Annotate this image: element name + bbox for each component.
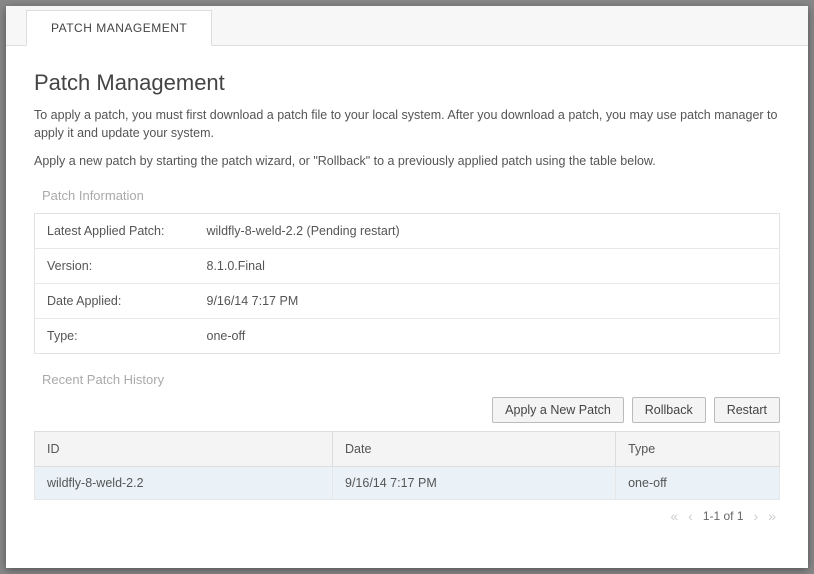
info-value: 9/16/14 7:17 PM — [195, 284, 780, 319]
cell-id: wildfly-8-weld-2.2 — [35, 467, 333, 500]
table-row[interactable]: wildfly-8-weld-2.2 9/16/14 7:17 PM one-o… — [35, 467, 780, 500]
info-value: wildfly-8-weld-2.2 (Pending restart) — [195, 214, 780, 249]
info-label: Type: — [35, 319, 195, 354]
restart-button[interactable]: Restart — [714, 397, 780, 423]
info-label: Latest Applied Patch: — [35, 214, 195, 249]
rollback-button[interactable]: Rollback — [632, 397, 706, 423]
info-value: one-off — [195, 319, 780, 354]
history-table: ID Date Type wildfly-8-weld-2.2 9/16/14 … — [34, 431, 780, 500]
history-heading: Recent Patch History — [42, 372, 780, 387]
info-value: 8.1.0.Final — [195, 249, 780, 284]
col-date[interactable]: Date — [333, 432, 616, 467]
pager: « ‹ 1-1 of 1 › » — [34, 500, 780, 524]
apply-new-patch-button[interactable]: Apply a New Patch — [492, 397, 624, 423]
page-description-1: To apply a patch, you must first downloa… — [34, 106, 780, 142]
info-row-version: Version: 8.1.0.Final — [35, 249, 780, 284]
col-id[interactable]: ID — [35, 432, 333, 467]
pager-label: 1-1 of 1 — [703, 509, 744, 523]
patch-info-table: Latest Applied Patch: wildfly-8-weld-2.2… — [34, 213, 780, 354]
info-row-type: Type: one-off — [35, 319, 780, 354]
tab-patch-management[interactable]: PATCH MANAGEMENT — [26, 10, 212, 46]
pager-next-icon[interactable]: › — [754, 508, 759, 524]
patch-info-heading: Patch Information — [42, 188, 780, 203]
content-area: Patch Management To apply a patch, you m… — [6, 46, 808, 568]
tab-bar: PATCH MANAGEMENT — [6, 6, 808, 46]
info-row-latest: Latest Applied Patch: wildfly-8-weld-2.2… — [35, 214, 780, 249]
info-label: Version: — [35, 249, 195, 284]
cell-date: 9/16/14 7:17 PM — [333, 467, 616, 500]
cell-type: one-off — [616, 467, 780, 500]
app-window: PATCH MANAGEMENT Patch Management To app… — [6, 6, 808, 568]
history-actions: Apply a New Patch Rollback Restart — [34, 397, 780, 423]
pager-last-icon[interactable]: » — [768, 508, 776, 524]
pager-prev-icon[interactable]: ‹ — [688, 508, 693, 524]
col-type[interactable]: Type — [616, 432, 780, 467]
page-title: Patch Management — [34, 70, 780, 96]
info-label: Date Applied: — [35, 284, 195, 319]
pager-first-icon[interactable]: « — [670, 508, 678, 524]
page-description-2: Apply a new patch by starting the patch … — [34, 152, 780, 170]
info-row-date: Date Applied: 9/16/14 7:17 PM — [35, 284, 780, 319]
